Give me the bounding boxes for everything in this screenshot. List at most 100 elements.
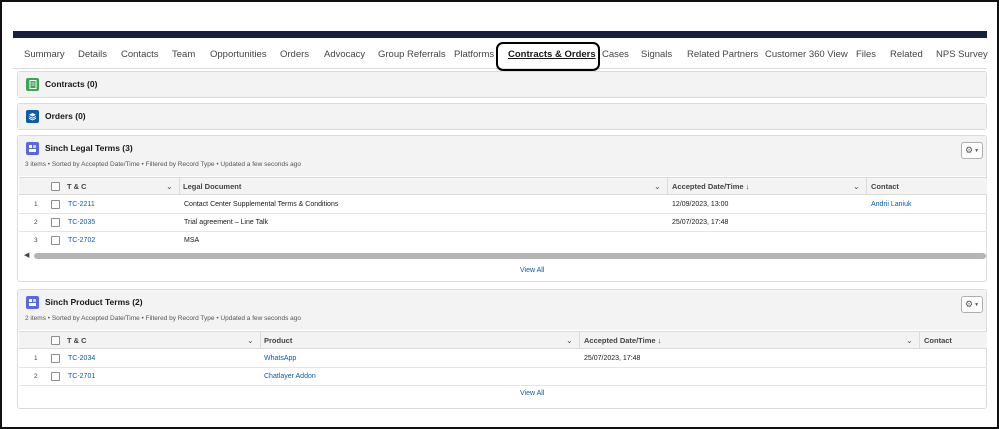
- contract-icon: [26, 78, 39, 91]
- row-checkbox[interactable]: [51, 354, 60, 363]
- chevron-down-icon[interactable]: ⌄: [906, 336, 913, 345]
- column-divider: [179, 178, 180, 195]
- app-header-bar: [13, 31, 987, 38]
- tab-team[interactable]: Team: [172, 44, 195, 66]
- chevron-down-icon[interactable]: ⌄: [853, 182, 860, 191]
- legal-terms-card: Sinch Legal Terms (3) 3 items • Sorted b…: [17, 135, 987, 282]
- tab-cases[interactable]: Cases: [602, 44, 629, 66]
- legal-terms-icon: [26, 142, 39, 155]
- table-row: 2 TC-2701 Chatlayer Addon: [19, 368, 987, 386]
- column-divider: [866, 178, 867, 195]
- tab-orders[interactable]: Orders: [280, 44, 309, 66]
- product-terms-actions-button[interactable]: ⚙ ▼: [961, 296, 983, 313]
- product-terms-card-header: Sinch Product Terms (2) 2 items • Sorted…: [18, 290, 986, 330]
- product-link[interactable]: WhatsApp: [264, 350, 296, 367]
- column-header-accepted-date[interactable]: Accepted Date/Time ↓: [584, 332, 661, 349]
- chevron-down-icon[interactable]: ⌄: [566, 336, 573, 345]
- table-row: 3 TC-2702 MSA: [19, 232, 987, 250]
- row-checkbox[interactable]: [51, 200, 60, 209]
- product-terms-card-title[interactable]: Sinch Product Terms (2): [45, 297, 143, 307]
- active-tab-highlight-box: [496, 42, 600, 71]
- orders-card: Orders (0): [17, 103, 987, 130]
- legal-document-cell: MSA: [184, 237, 200, 244]
- row-number: 1: [34, 201, 38, 208]
- column-header-product[interactable]: Product: [264, 332, 292, 349]
- orders-card-header: Orders (0): [18, 104, 986, 129]
- tab-nps-survey[interactable]: NPS Survey: [936, 44, 988, 66]
- column-header-contact[interactable]: Contact: [924, 332, 952, 349]
- accepted-date-cell: 25/07/2023, 17:48: [584, 355, 641, 362]
- row-checkbox[interactable]: [51, 236, 60, 245]
- view-all-link[interactable]: View All: [520, 267, 544, 274]
- column-header-contact[interactable]: Contact: [871, 178, 899, 195]
- table-row: 2 TC-2035 Trial agreement – Line Talk 25…: [19, 214, 987, 232]
- gear-icon: ⚙: [964, 145, 974, 155]
- legal-terms-card-header: Sinch Legal Terms (3) 3 items • Sorted b…: [18, 136, 986, 176]
- orders-card-title[interactable]: Orders (0): [45, 111, 86, 121]
- tc-link[interactable]: TC-2035: [68, 214, 95, 231]
- product-terms-icon: [26, 296, 39, 309]
- chevron-down-icon[interactable]: ⌄: [654, 182, 661, 191]
- contact-link[interactable]: Andrii Laniuk: [871, 196, 911, 213]
- tab-platforms[interactable]: Platforms: [454, 44, 494, 66]
- column-header-tc[interactable]: T & C: [67, 332, 87, 349]
- select-all-checkbox[interactable]: [51, 182, 60, 191]
- tab-customer-360-view[interactable]: Customer 360 View: [765, 44, 848, 66]
- tab-signals[interactable]: Signals: [641, 44, 672, 66]
- chevron-down-icon: ▼: [974, 147, 980, 154]
- chevron-down-icon: ▼: [974, 301, 980, 308]
- row-number: 3: [34, 237, 38, 244]
- legal-terms-card-title[interactable]: Sinch Legal Terms (3): [45, 143, 133, 153]
- view-all-link[interactable]: View All: [520, 390, 544, 397]
- column-divider: [919, 332, 920, 349]
- product-link[interactable]: Chatlayer Addon: [264, 368, 316, 385]
- column-divider: [579, 332, 580, 349]
- legal-document-cell: Trial agreement – Line Talk: [184, 219, 269, 226]
- tab-summary[interactable]: Summary: [24, 44, 65, 66]
- column-divider: [667, 178, 668, 195]
- product-terms-card: Sinch Product Terms (2) 2 items • Sorted…: [17, 289, 987, 409]
- column-header-tc[interactable]: T & C: [67, 178, 87, 195]
- tab-contacts[interactable]: Contacts: [121, 44, 159, 66]
- tab-opportunities[interactable]: Opportunities: [210, 44, 267, 66]
- scroll-left-arrow-icon[interactable]: ◀: [24, 251, 29, 259]
- chevron-down-icon[interactable]: ⌄: [166, 182, 173, 191]
- orders-icon: [26, 110, 39, 123]
- tc-link[interactable]: TC-2034: [68, 350, 95, 367]
- gear-icon: ⚙: [964, 299, 974, 309]
- column-header-legal-document[interactable]: Legal Document: [183, 178, 241, 195]
- product-terms-table-header: T & C ⌄ Product ⌄ Accepted Date/Time ↓ ⌄…: [19, 331, 987, 349]
- row-number: 2: [34, 373, 38, 380]
- legal-terms-meta: 3 items • Sorted by Accepted Date/Time •…: [25, 161, 301, 168]
- tab-files[interactable]: Files: [856, 44, 876, 66]
- product-terms-meta: 2 items • Sorted by Accepted Date/Time •…: [25, 315, 301, 322]
- legal-terms-table-header: T & C ⌄ Legal Document ⌄ Accepted Date/T…: [19, 177, 987, 195]
- tc-link[interactable]: TC-2211: [68, 196, 95, 213]
- horizontal-scrollbar[interactable]: [34, 253, 986, 259]
- accepted-date-cell: 25/07/2023, 17:48: [672, 219, 729, 226]
- tab-details[interactable]: Details: [78, 44, 107, 66]
- tc-link[interactable]: TC-2701: [68, 368, 95, 385]
- tab-related[interactable]: Related: [890, 44, 923, 66]
- row-checkbox[interactable]: [51, 372, 60, 381]
- accepted-date-cell: 12/09/2023, 13:00: [672, 201, 729, 208]
- view-all-clip: View All: [18, 387, 986, 397]
- tc-link[interactable]: TC-2702: [68, 232, 95, 249]
- contracts-card-header: Contracts (0): [18, 72, 986, 97]
- row-checkbox[interactable]: [51, 218, 60, 227]
- row-number: 1: [34, 355, 38, 362]
- contracts-card: Contracts (0): [17, 71, 987, 98]
- table-row: 1 TC-2034 WhatsApp 25/07/2023, 17:48: [19, 350, 987, 368]
- tab-advocacy[interactable]: Advocacy: [324, 44, 365, 66]
- contracts-card-title[interactable]: Contracts (0): [45, 79, 97, 89]
- tab-related-partners[interactable]: Related Partners: [687, 44, 758, 66]
- row-number: 2: [34, 219, 38, 226]
- select-all-checkbox[interactable]: [51, 336, 60, 345]
- legal-terms-actions-button[interactable]: ⚙ ▼: [961, 142, 983, 159]
- table-row: 1 TC-2211 Contact Center Supplemental Te…: [19, 196, 987, 214]
- column-divider: [260, 332, 261, 349]
- tab-group-referrals[interactable]: Group Referrals: [378, 44, 446, 66]
- legal-document-cell: Contact Center Supplemental Terms & Cond…: [184, 201, 339, 208]
- chevron-down-icon[interactable]: ⌄: [247, 336, 254, 345]
- column-header-accepted-date[interactable]: Accepted Date/Time ↓: [672, 178, 749, 195]
